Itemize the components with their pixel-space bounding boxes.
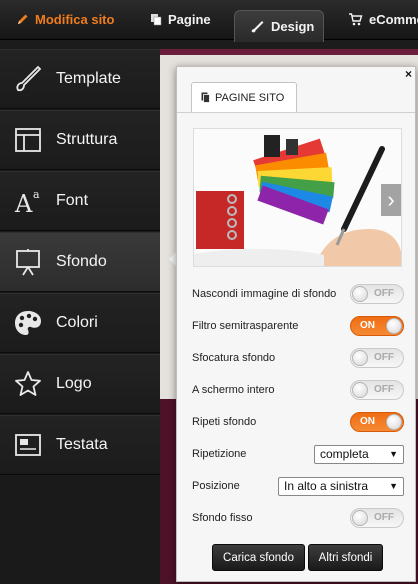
tab-pagine-sito[interactable]: PAGINE SITO xyxy=(191,82,297,112)
brush-icon xyxy=(0,64,56,94)
next-image-button[interactable]: › xyxy=(381,184,401,216)
setting-label: Sfondo fisso xyxy=(192,512,253,524)
sidebar-item-logo[interactable]: Logo xyxy=(0,354,160,414)
toggle-state: OFF xyxy=(374,384,394,395)
toggle-knob xyxy=(352,382,368,398)
star-icon xyxy=(0,370,56,398)
sidebar-item-sfondo[interactable]: Sfondo xyxy=(0,232,160,292)
background-settings-panel: × PAGINE SITO › Nascondi immagine di sfo… xyxy=(176,66,416,582)
position-select[interactable]: In alto a sinistra ▼ xyxy=(278,476,404,496)
svg-text:A: A xyxy=(14,190,33,215)
tab-label: eCommerce xyxy=(369,11,418,27)
setting-blur: Sfocatura sfondo OFF xyxy=(192,346,404,370)
design-sidebar: Template Struttura Aa Font Sfondo Colori… xyxy=(0,49,160,584)
palette-icon xyxy=(0,309,56,337)
sidebar-item-colori[interactable]: Colori xyxy=(0,293,160,353)
setting-label: Ripetizione xyxy=(192,448,247,460)
pages-icon xyxy=(201,92,210,103)
toggle-state: OFF xyxy=(374,352,394,363)
preview-header-band xyxy=(160,49,418,55)
tab-divider xyxy=(177,112,415,113)
cart-icon xyxy=(348,12,363,26)
upload-background-button[interactable]: Carica sfondo xyxy=(212,544,305,571)
chevron-down-icon: ▼ xyxy=(389,449,398,459)
setting-position: Posizione In alto a sinistra ▼ xyxy=(192,474,404,498)
setting-label: Sfocatura sfondo xyxy=(192,352,276,364)
fullscreen-toggle[interactable]: OFF xyxy=(350,380,404,400)
setting-label: Posizione xyxy=(192,480,240,492)
header-image-icon xyxy=(0,433,56,457)
sidebar-item-label: Struttura xyxy=(56,131,118,148)
semi-transparent-toggle[interactable]: ON xyxy=(350,316,404,336)
sidebar-item-testata[interactable]: Testata xyxy=(0,415,160,475)
top-navigation: Modifica sito Pagine Design eCommerce xyxy=(0,0,418,42)
sidebar-item-template[interactable]: Template xyxy=(0,49,160,109)
tab-label: PAGINE SITO xyxy=(215,91,285,104)
tab-ecommerce[interactable]: eCommerce xyxy=(348,0,418,38)
background-image-preview[interactable]: › xyxy=(193,128,402,267)
tab-label: Design xyxy=(271,19,315,34)
setting-fixed: Sfondo fisso OFF xyxy=(192,506,404,530)
hide-image-toggle[interactable]: OFF xyxy=(350,284,404,304)
sidebar-item-label: Logo xyxy=(56,375,92,392)
sidebar-item-label: Font xyxy=(56,192,89,209)
sidebar-item-label: Testata xyxy=(56,436,108,453)
toggle-knob xyxy=(386,318,402,334)
setting-fullscreen: A schermo intero OFF xyxy=(192,378,404,402)
setting-repetition: Ripetizione completa ▼ xyxy=(192,442,404,466)
sidebar-item-font[interactable]: Aa Font xyxy=(0,171,160,231)
setting-repeat: Ripeti sfondo ON xyxy=(192,410,404,434)
sidebar-item-label: Colori xyxy=(56,314,98,331)
toggle-knob xyxy=(352,286,368,302)
sidebar-item-label: Template xyxy=(56,70,121,87)
pages-icon xyxy=(150,13,162,26)
tab-label: Modifica sito xyxy=(35,11,115,27)
brush-icon xyxy=(249,20,265,34)
pencil-icon xyxy=(16,13,29,26)
toggle-state: OFF xyxy=(374,288,394,299)
setting-label: Ripeti sfondo xyxy=(192,416,257,428)
setting-semi-transparent: Filtro semitrasparente ON xyxy=(192,314,404,338)
chevron-down-icon: ▼ xyxy=(389,481,398,491)
svg-text:a: a xyxy=(33,188,40,201)
background-photo xyxy=(194,129,401,266)
select-value: In alto a sinistra xyxy=(284,479,369,493)
fixed-background-toggle[interactable]: OFF xyxy=(350,508,404,528)
sidebar-item-label: Sfondo xyxy=(56,253,107,270)
close-button[interactable]: × xyxy=(405,68,412,80)
setting-hide-image: Nascondi immagine di sfondo OFF xyxy=(192,282,404,306)
repetition-select[interactable]: completa ▼ xyxy=(314,444,404,464)
sidebar-item-struttura[interactable]: Struttura xyxy=(0,110,160,170)
select-value: completa xyxy=(320,447,369,461)
toggle-knob xyxy=(352,510,368,526)
repeat-toggle[interactable]: ON xyxy=(350,412,404,432)
layout-icon xyxy=(0,127,56,153)
toggle-state: ON xyxy=(360,416,375,427)
more-backgrounds-button[interactable]: Altri sfondi xyxy=(308,544,383,571)
setting-label: A schermo intero xyxy=(192,384,275,396)
toggle-knob xyxy=(386,414,402,430)
font-icon: Aa xyxy=(0,187,56,215)
blur-toggle[interactable]: OFF xyxy=(350,348,404,368)
setting-label: Filtro semitrasparente xyxy=(192,320,299,332)
toggle-knob xyxy=(352,350,368,366)
setting-label: Nascondi immagine di sfondo xyxy=(192,288,337,300)
easel-icon xyxy=(0,248,56,276)
toggle-state: ON xyxy=(360,320,375,331)
tab-pagine[interactable]: Pagine xyxy=(150,0,211,38)
tab-design[interactable]: Design xyxy=(234,10,324,42)
toggle-state: OFF xyxy=(374,512,394,523)
tab-modifica-sito[interactable]: Modifica sito xyxy=(16,0,114,38)
tab-label: Pagine xyxy=(168,11,211,27)
